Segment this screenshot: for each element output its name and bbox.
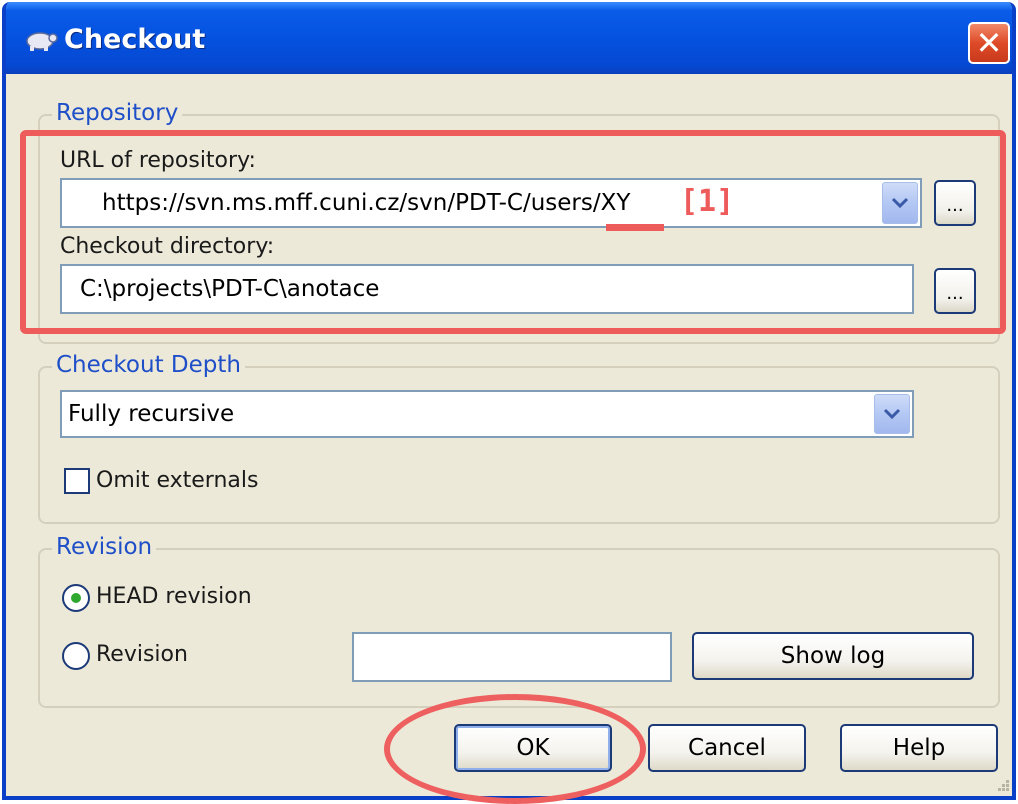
- chevron-down-icon: [891, 197, 909, 209]
- url-label: URL of repository:: [60, 148, 256, 173]
- browse-url-button[interactable]: ...: [934, 180, 976, 226]
- resize-grip-icon[interactable]: [992, 776, 1010, 794]
- browse-directory-button[interactable]: ...: [934, 268, 976, 314]
- ok-label: OK: [516, 735, 550, 761]
- chevron-down-icon: [883, 408, 901, 420]
- browse-directory-label: ...: [946, 283, 964, 304]
- checkout-directory-value: C:\projects\PDT-C\anotace: [80, 276, 380, 302]
- radio-selected-dot: [71, 593, 81, 603]
- checkout-depth-value: Fully recursive: [68, 401, 235, 427]
- revision-label: Revision: [96, 642, 188, 667]
- revision-legend: Revision: [52, 534, 157, 560]
- url-combobox[interactable]: https://svn.ms.mff.cuni.cz/svn/PDT-C/use…: [60, 178, 922, 228]
- omit-externals-checkbox[interactable]: [64, 468, 90, 494]
- annotation-underline: [606, 224, 664, 231]
- revision-group: Revision: [38, 534, 1000, 708]
- omit-externals-label: Omit externals: [96, 468, 259, 493]
- title-bar[interactable]: Checkout ✕: [6, 2, 1012, 74]
- close-button[interactable]: ✕: [968, 22, 1010, 64]
- checkout-depth-select[interactable]: Fully recursive: [60, 390, 914, 438]
- head-revision-label: HEAD revision: [96, 584, 252, 609]
- url-dropdown-button[interactable]: [882, 182, 918, 224]
- checkout-depth-legend: Checkout Depth: [52, 352, 245, 378]
- url-value: https://svn.ms.mff.cuni.cz/svn/PDT-C/use…: [102, 190, 631, 216]
- cancel-label: Cancel: [688, 735, 766, 761]
- browse-url-label: ...: [946, 195, 964, 216]
- ok-button[interactable]: OK: [454, 724, 612, 772]
- show-log-label: Show log: [780, 643, 886, 669]
- window-title: Checkout: [64, 24, 206, 55]
- close-icon: ✕: [975, 24, 1003, 62]
- tortoise-icon: [26, 32, 58, 51]
- repository-legend: Repository: [52, 100, 183, 126]
- cancel-button[interactable]: Cancel: [648, 724, 806, 772]
- revision-radio[interactable]: [62, 642, 90, 670]
- annotation-marker: [1]: [680, 184, 735, 219]
- help-label: Help: [892, 735, 946, 761]
- checkout-directory-label: Checkout directory:: [60, 234, 275, 259]
- show-log-button[interactable]: Show log: [692, 632, 974, 680]
- checkout-dialog: Checkout ✕ Repository URL of repository:…: [2, 2, 1016, 800]
- checkout-directory-input[interactable]: C:\projects\PDT-C\anotace: [60, 264, 914, 314]
- checkout-depth-dropdown-button[interactable]: [874, 394, 910, 434]
- head-revision-radio[interactable]: [62, 584, 90, 612]
- revision-input[interactable]: [352, 632, 672, 682]
- help-button[interactable]: Help: [840, 724, 998, 772]
